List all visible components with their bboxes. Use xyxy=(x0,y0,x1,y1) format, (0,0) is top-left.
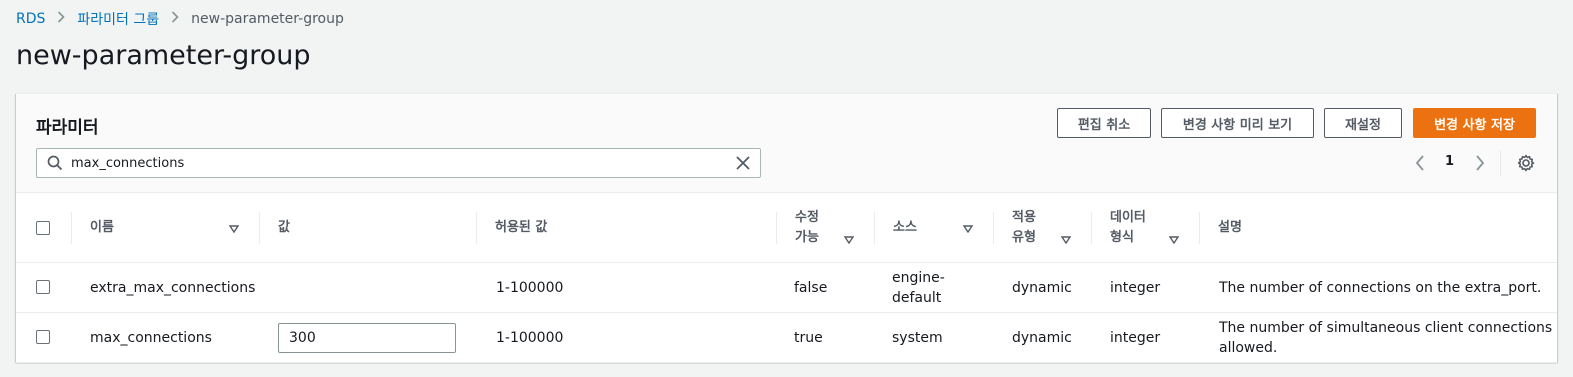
save-changes-button[interactable]: 변경 사항 저장 xyxy=(1413,108,1536,138)
breadcrumb-parameter-groups-link[interactable]: 파라미터 그룹 xyxy=(77,9,159,29)
value-input[interactable] xyxy=(278,323,456,353)
search-icon xyxy=(47,155,63,171)
data-type-value: integer xyxy=(1110,330,1161,346)
column-header-data-type[interactable]: 데이터 형식 xyxy=(1091,193,1199,263)
description-value: The number of connections on the extra_p… xyxy=(1219,280,1542,296)
allowed-values: 1-100000 xyxy=(496,280,564,296)
column-header-description: 설명 xyxy=(1199,193,1539,263)
chevron-right-icon xyxy=(171,11,179,27)
description-value: The number of simultaneous client connec… xyxy=(1219,320,1553,356)
data-type-value: integer xyxy=(1110,280,1161,296)
search-input[interactable] xyxy=(71,155,735,171)
cancel-edit-button[interactable]: 편집 취소 xyxy=(1057,108,1151,138)
breadcrumb: RDS 파라미터 그룹 new-parameter-group xyxy=(16,9,344,29)
search-field xyxy=(36,148,761,178)
column-header-modifiable[interactable]: 수정 가능 xyxy=(776,193,874,263)
breadcrumb-current: new-parameter-group xyxy=(191,11,344,27)
table-row: max_connections 1-100000 true system dyn… xyxy=(16,313,1557,363)
column-header-name[interactable]: 이름 xyxy=(71,193,259,263)
breadcrumb-rds-link[interactable]: RDS xyxy=(16,11,45,27)
param-name: max_connections xyxy=(90,330,212,346)
panel-title: 파라미터 xyxy=(36,118,99,138)
sort-down-icon[interactable] xyxy=(843,233,855,245)
source-value: engine-default xyxy=(892,270,945,306)
reset-button[interactable]: 재설정 xyxy=(1324,108,1402,138)
close-icon[interactable] xyxy=(735,155,751,171)
preview-changes-button[interactable]: 변경 사항 미리 보기 xyxy=(1161,108,1314,138)
row-checkbox[interactable] xyxy=(36,280,50,294)
sort-down-icon[interactable] xyxy=(1060,233,1072,245)
panel-header: 파라미터 편집 취소 변경 사항 미리 보기 재설정 변경 사항 저장 1 xyxy=(16,94,1557,193)
pagination-divider xyxy=(1500,150,1501,176)
column-header-allowed-values: 허용된 값 xyxy=(476,193,776,263)
table-header: 이름 값 허용된 값 수정 가능 소스 적용 유형 데이터 형식 설명 xyxy=(16,193,1557,263)
select-all-checkbox[interactable] xyxy=(36,221,50,235)
page-title: new-parameter-group xyxy=(16,40,311,71)
chevron-left-icon[interactable] xyxy=(1414,154,1426,172)
sort-down-icon[interactable] xyxy=(962,222,974,234)
column-header-source[interactable]: 소스 xyxy=(874,193,993,263)
source-value: system xyxy=(892,330,943,346)
allowed-values: 1-100000 xyxy=(496,330,564,346)
sort-down-icon[interactable] xyxy=(1168,233,1180,245)
column-header-value: 값 xyxy=(259,193,476,263)
param-name: extra_max_connections xyxy=(90,280,256,296)
apply-type-value: dynamic xyxy=(1012,330,1072,346)
apply-type-value: dynamic xyxy=(1012,280,1072,296)
sort-down-icon[interactable] xyxy=(228,222,240,234)
modifiable-value: false xyxy=(794,280,828,296)
table-row: extra_max_connections 1-100000 false eng… xyxy=(16,263,1557,313)
pagination-current-page[interactable]: 1 xyxy=(1445,154,1454,169)
parameters-panel: 파라미터 편집 취소 변경 사항 미리 보기 재설정 변경 사항 저장 1 xyxy=(16,93,1557,363)
column-header-apply-type[interactable]: 적용 유형 xyxy=(993,193,1091,263)
gear-icon[interactable] xyxy=(1517,154,1535,172)
row-checkbox[interactable] xyxy=(36,330,50,344)
modifiable-value: true xyxy=(794,330,823,346)
chevron-right-icon xyxy=(57,11,66,27)
chevron-right-icon[interactable] xyxy=(1474,154,1486,172)
